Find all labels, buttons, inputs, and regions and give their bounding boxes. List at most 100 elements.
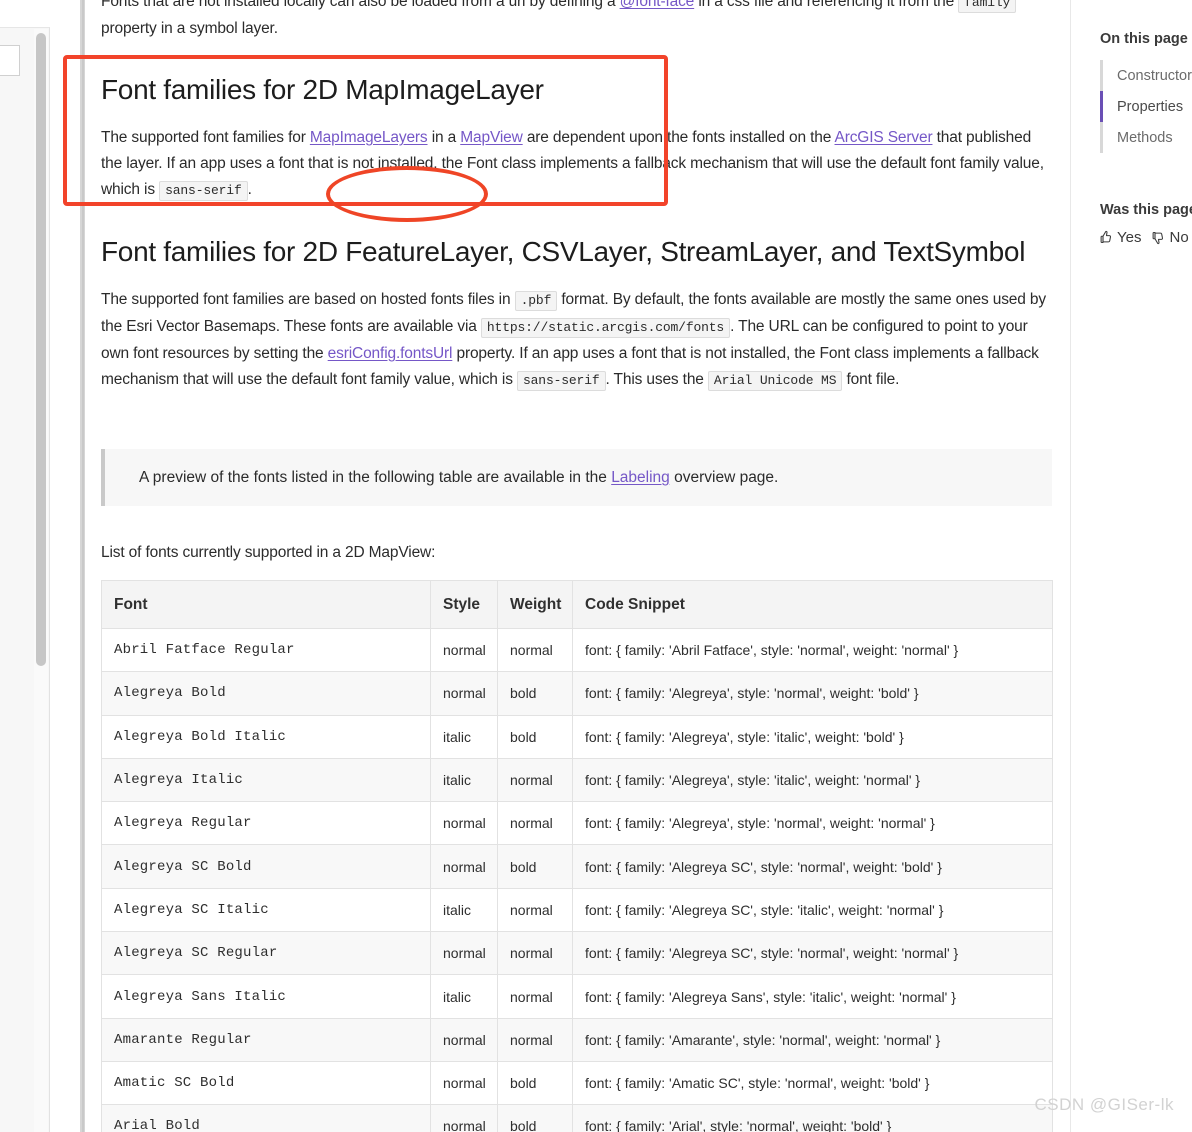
table-cell-font: Alegreya Italic	[101, 757, 431, 803]
documentation-page-screenshot: Fonts that are not installed locally can…	[0, 0, 1192, 1132]
table-cell-snippet: font: { family: 'Alegreya SC', style: 'n…	[572, 931, 1053, 976]
table-cell-weight: bold	[497, 844, 573, 889]
s1-text-b: in a	[427, 129, 461, 146]
table-cell-style: normal	[430, 1060, 498, 1106]
table-cell-font: Alegreya SC Italic	[101, 887, 431, 933]
table-cell-style: italic	[430, 974, 498, 1019]
table-row: Alegreya SC Italic italic normal font: { fa…	[101, 887, 1053, 933]
table-row: Alegreya Bold normal bold font: { family: '…	[101, 671, 1053, 716]
intro-text-a: Fonts that are not installed locally can…	[101, 0, 620, 10]
feedback-yes-label: Yes	[1117, 229, 1142, 246]
table-row: Alegreya SC Regular normal normal font: { f…	[101, 931, 1053, 976]
section-2-paragraph: The supported font families are based on…	[101, 287, 1049, 394]
col-header-style[interactable]: Style	[430, 580, 498, 629]
table-row: Abril Fatface Regular normal normal font: {…	[101, 627, 1053, 673]
toc-item-constructors[interactable]: Constructors	[1100, 60, 1192, 91]
table-cell-font: Amatic SC Bold	[101, 1060, 431, 1106]
table-header-row: Font Style Weight Code Snippet	[101, 580, 1053, 629]
feedback-no-label: No	[1169, 229, 1189, 246]
toc-item-indicator	[1100, 60, 1103, 91]
callout-text-a: A preview of the fonts listed in the fol…	[139, 469, 612, 486]
table-cell-font: Alegreya Bold Italic	[101, 714, 431, 759]
table-cell-snippet: font: { family: 'Alegreya Sans', style: …	[572, 974, 1053, 1019]
table-cell-weight: bold	[497, 714, 573, 759]
callout-text-b: overview page.	[669, 469, 779, 486]
s1-text-c: are dependent upon the fonts installed o…	[522, 129, 835, 146]
family-code: family	[958, 0, 1017, 13]
sans-serif-code-1: sans-serif	[159, 181, 248, 201]
table-cell-font: Abril Fatface Regular	[101, 627, 431, 673]
table-cell-font: Arial Bold	[101, 1104, 431, 1132]
col-header-font[interactable]: Font	[101, 580, 431, 629]
table-cell-snippet: font: { family: 'Alegreya', style: 'ital…	[572, 757, 1053, 803]
feedback-no-button[interactable]: No	[1150, 229, 1189, 246]
left-rail	[0, 0, 60, 1132]
table-row: Alegreya Regular normal normal font: { fami…	[101, 801, 1053, 846]
mapimagelayers-link[interactable]: MapImageLayers	[310, 129, 428, 146]
table-cell-style: normal	[430, 671, 498, 716]
thumb-up-icon	[1098, 230, 1113, 245]
toc-item-label: Constructors	[1117, 67, 1192, 84]
left-scrollbar-thumb[interactable]	[36, 33, 46, 666]
fonts-table-head: Font Style Weight Code Snippet	[101, 580, 1053, 629]
toc-item-indicator	[1100, 91, 1103, 122]
on-this-page-title: On this page	[1100, 31, 1188, 47]
table-cell-style: normal	[430, 931, 498, 976]
table-cell-font: Amarante Regular	[101, 1017, 431, 1062]
col-header-snippet[interactable]: Code Snippet	[572, 580, 1053, 629]
table-cell-style: italic	[430, 714, 498, 759]
sans-serif-code-2: sans-serif	[516, 371, 606, 391]
arial-unicode-ms-code: Arial Unicode MS	[707, 371, 843, 391]
pbf-code: .pbf	[514, 291, 558, 311]
s2-text-f: font file.	[842, 371, 900, 388]
table-cell-style: normal	[430, 1104, 498, 1132]
toc-item-indicator	[1100, 122, 1103, 153]
toc-item-methods[interactable]: Methods	[1100, 122, 1192, 153]
table-cell-style: normal	[430, 627, 498, 673]
intro-text-c: property in a symbol layer.	[101, 20, 278, 37]
s1-text-e: .	[247, 181, 252, 198]
table-row: Arial Bold normal bold font: { family: 'Ari…	[101, 1104, 1053, 1132]
table-cell-snippet: font: { family: 'Alegreya', style: 'norm…	[572, 671, 1053, 716]
table-row: Alegreya SC Bold normal bold font: { family…	[101, 844, 1053, 889]
table-cell-snippet: font: { family: 'Abril Fatface', style: …	[572, 627, 1053, 673]
callout-text: A preview of the fonts listed in the fol…	[139, 467, 1032, 489]
table-cell-weight: normal	[497, 931, 573, 976]
col-header-weight[interactable]: Weight	[497, 580, 573, 629]
table-row: Alegreya Sans Italic italic normal font: { …	[101, 974, 1053, 1019]
intro-text-b: in a css file and referencing it from th…	[694, 0, 955, 10]
table-cell-style: normal	[430, 801, 498, 846]
table-cell-weight: bold	[497, 1104, 573, 1132]
mapview-link[interactable]: MapView	[460, 129, 523, 146]
table-cell-snippet: font: { family: 'Amatic SC', style: 'nor…	[572, 1060, 1053, 1106]
fonts-table-body: Abril Fatface Regular normal normal font: {…	[101, 627, 1053, 1132]
table-cell-style: italic	[430, 887, 498, 933]
info-callout: A preview of the fonts listed in the fol…	[101, 449, 1052, 506]
labeling-link[interactable]: Labeling	[611, 469, 670, 486]
right-sidebar: On this page Constructors Properties Metho…	[1070, 0, 1192, 1132]
intro-paragraph: Fonts that are not installed locally can…	[101, 0, 1051, 42]
table-cell-snippet: font: { family: 'Alegreya SC', style: 'i…	[572, 887, 1053, 933]
left-panel-input-box[interactable]	[0, 45, 20, 76]
s1-text-a: The supported font families for	[101, 129, 310, 146]
table-cell-font: Alegreya SC Bold	[101, 844, 431, 889]
table-cell-font: Alegreya Regular	[101, 801, 431, 846]
table-row: Alegreya Bold Italic italic bold font: { fa…	[101, 714, 1053, 759]
table-cell-weight: normal	[497, 757, 573, 803]
esriconfig-fontsurl-link[interactable]: esriConfig.fontsUrl	[328, 345, 453, 362]
table-cell-snippet: font: { family: 'Alegreya SC', style: 'n…	[572, 844, 1053, 889]
table-cell-weight: normal	[497, 627, 573, 673]
table-cell-font: Alegreya Bold	[101, 671, 431, 716]
s2-text-e: . This uses the	[605, 371, 708, 388]
font-face-link[interactable]: @font-face	[620, 0, 695, 10]
table-of-contents: Constructors Properties Methods	[1100, 60, 1192, 153]
feedback-yes-button[interactable]: Yes	[1098, 229, 1141, 246]
toc-item-properties[interactable]: Properties	[1100, 91, 1192, 122]
thumb-down-icon	[1150, 230, 1165, 245]
table-cell-snippet: font: { family: 'Amarante', style: 'norm…	[572, 1017, 1053, 1062]
table-row: Amarante Regular normal normal font: { fami…	[101, 1017, 1053, 1062]
arcgis-server-link[interactable]: ArcGIS Server	[835, 129, 933, 146]
table-cell-snippet: font: { family: 'Alegreya', style: 'norm…	[572, 801, 1053, 846]
table-cell-weight: normal	[497, 801, 573, 846]
static-fonts-url-code: https://static.arcgis.com/fonts	[480, 318, 731, 338]
